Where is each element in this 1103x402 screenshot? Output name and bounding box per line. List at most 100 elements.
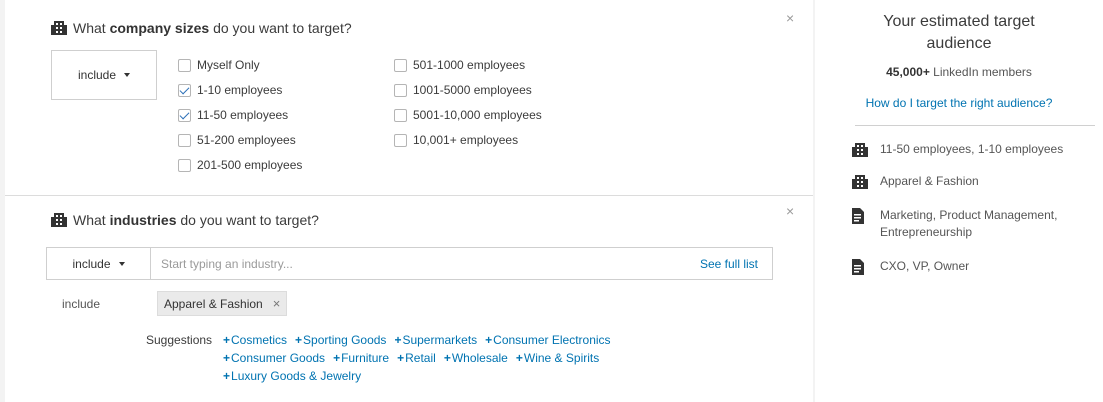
- industry-search-input[interactable]: [151, 248, 651, 279]
- caret-down-icon: [124, 73, 131, 77]
- audience-summary-item: 11-50 employees, 1-10 employees: [851, 141, 1063, 163]
- plus-icon: +: [394, 333, 402, 347]
- company-size-option[interactable]: 11-50 employees: [178, 108, 288, 122]
- plus-icon: +: [515, 351, 523, 365]
- selected-industry-chip: Apparel & Fashion ×: [157, 291, 288, 316]
- checkbox-unchecked[interactable]: [178, 58, 191, 72]
- document-icon: [851, 208, 869, 241]
- summary-text: Apparel & Fashion: [880, 173, 979, 195]
- suggestion-label: Sporting Goods: [303, 333, 387, 347]
- building-icon: [51, 212, 67, 231]
- title-bold: industries: [109, 212, 177, 228]
- audience-help-link[interactable]: How do I target the right audience?: [815, 96, 1103, 110]
- suggestions-label: Suggestions: [146, 333, 213, 347]
- company-size-option[interactable]: 501-1000 employees: [394, 58, 525, 72]
- summary-line: 11-50 employees, 1-10 employees: [880, 142, 1064, 156]
- audience-summary-item: Apparel & Fashion: [851, 173, 979, 195]
- remove-chip-icon[interactable]: ×: [273, 296, 281, 311]
- checkbox-unchecked[interactable]: [394, 133, 407, 147]
- title-text: do you want to target?: [209, 20, 352, 36]
- suggestion-link[interactable]: +Sporting Goods: [295, 333, 386, 347]
- checkbox-unchecked[interactable]: [178, 158, 191, 172]
- checkbox-label: 501-1000 employees: [413, 58, 526, 72]
- audience-panel: Your estimated target audience 45,000+ L…: [815, 0, 1103, 402]
- suggestion-label: Furniture: [341, 351, 390, 365]
- suggestion-link[interactable]: +Furniture: [333, 351, 389, 365]
- company-size-option[interactable]: 1-10 employees: [178, 83, 282, 97]
- document-icon: [851, 259, 869, 280]
- checkbox-unchecked[interactable]: [394, 83, 407, 97]
- chip-label: Apparel & Fashion: [164, 296, 263, 311]
- checkbox-unchecked[interactable]: [394, 58, 407, 72]
- caret-down-icon: [118, 261, 125, 266]
- summary-line: Marketing, Product Management,: [880, 208, 1058, 222]
- checkbox-label: 11-50 employees: [197, 108, 289, 122]
- suggestion-link[interactable]: +Supermarkets: [394, 333, 477, 347]
- selected-include-label: include: [62, 297, 101, 311]
- member-count: 45,000+: [886, 65, 930, 79]
- building-icon: [851, 174, 869, 195]
- company-size-option[interactable]: 201-500 employees: [178, 158, 302, 172]
- section-divider: [5, 195, 813, 196]
- audience-summary-item: CXO, VP, Owner: [851, 258, 969, 280]
- suggestion-link[interactable]: +Wholesale: [444, 351, 508, 365]
- suggestion-label: Consumer Electronics: [493, 333, 611, 347]
- suggestion-link[interactable]: +Cosmetics: [223, 333, 287, 347]
- checkbox-label: 10,001+ employees: [413, 133, 519, 147]
- checkbox-unchecked[interactable]: [178, 133, 191, 147]
- suggestion-link[interactable]: +Consumer Electronics: [485, 333, 610, 347]
- title-text: do you want to target?: [176, 212, 319, 228]
- suggestion-row: +Luxury Goods & Jewelry: [223, 369, 361, 383]
- checkbox-checked[interactable]: [178, 83, 191, 97]
- targeting-panel: What company sizes do you want to target…: [5, 0, 813, 402]
- dropdown-label: include: [77, 68, 117, 82]
- company-size-option[interactable]: Myself Only: [178, 58, 260, 72]
- audience-count: 45,000+ LinkedIn members: [815, 65, 1103, 79]
- summary-line: Apparel & Fashion: [880, 174, 979, 188]
- company-size-option[interactable]: 5001-10,000 employees: [394, 108, 542, 122]
- plus-icon: +: [295, 333, 303, 347]
- audience-title-line2: audience: [926, 35, 992, 52]
- plus-icon: +: [223, 351, 231, 365]
- see-full-list-link[interactable]: See full list: [700, 257, 758, 271]
- suggestion-label: Cosmetics: [231, 333, 288, 347]
- suggestion-link[interactable]: +Wine & Spirits: [516, 351, 599, 365]
- close-company-sizes-button[interactable]: ×: [786, 11, 794, 25]
- title-text: What: [73, 20, 110, 36]
- suggestion-label: Supermarkets: [402, 333, 478, 347]
- audience-divider: [855, 125, 1095, 126]
- building-icon: [51, 20, 67, 39]
- company-sizes-title: What company sizes do you want to target…: [51, 20, 352, 39]
- checkbox-label: 1-10 employees: [197, 83, 283, 97]
- plus-icon: +: [443, 351, 451, 365]
- industry-include-dropdown[interactable]: include: [46, 247, 151, 280]
- dropdown-label: include: [72, 256, 111, 271]
- checkbox-checked[interactable]: [178, 108, 191, 122]
- suggestion-label: Wine & Spirits: [523, 351, 600, 365]
- checkbox-label: 51-200 employees: [197, 133, 296, 147]
- audience-summary-item: Marketing, Product Management, Entreprene…: [851, 207, 1057, 241]
- suggestion-label: Luxury Goods & Jewelry: [231, 369, 362, 383]
- company-size-include-dropdown[interactable]: include: [51, 50, 157, 100]
- suggestion-link[interactable]: +Luxury Goods & Jewelry: [223, 369, 361, 383]
- audience-title-line1: Your estimated target: [883, 13, 1035, 30]
- suggestion-row: +Consumer Goods +Furniture +Retail +Wholesa…: [223, 351, 599, 365]
- checkbox-label: Myself Only: [197, 58, 260, 72]
- summary-text: CXO, VP, Owner: [880, 258, 969, 280]
- plus-icon: +: [485, 333, 493, 347]
- summary-text: 11-50 employees, 1-10 employees: [880, 141, 1063, 163]
- company-size-option[interactable]: 1001-5000 employees: [394, 83, 532, 97]
- suggestion-link[interactable]: +Retail: [397, 351, 436, 365]
- suggestion-label: Wholesale: [451, 351, 508, 365]
- suggestion-row: +Cosmetics +Sporting Goods +Supermarkets +C…: [223, 333, 611, 347]
- industries-title: What industries do you want to target?: [51, 212, 319, 231]
- industry-search-field: See full list: [151, 247, 773, 280]
- suggestion-link[interactable]: +Consumer Goods: [223, 351, 325, 365]
- company-size-option[interactable]: 51-200 employees: [178, 133, 296, 147]
- summary-line: CXO, VP, Owner: [880, 259, 970, 273]
- close-industries-button[interactable]: ×: [786, 204, 794, 218]
- summary-text: Marketing, Product Management, Entreprene…: [880, 207, 1057, 241]
- company-size-option[interactable]: 10,001+ employees: [394, 133, 518, 147]
- checkbox-unchecked[interactable]: [394, 108, 407, 122]
- suggestion-label: Consumer Goods: [231, 351, 326, 365]
